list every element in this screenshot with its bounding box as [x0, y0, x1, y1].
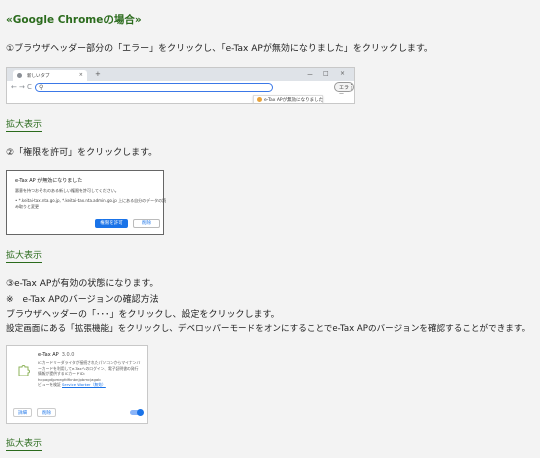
- tab-close-icon: ×: [78, 72, 83, 78]
- tab-favicon-icon: [17, 73, 22, 78]
- close-window-icon: ×: [340, 70, 346, 77]
- popup-text: e-Tax APが無効になりました: [264, 98, 324, 103]
- forward-icon: →: [19, 83, 25, 91]
- remove-extension-button: 削除: [37, 408, 56, 417]
- dialog-line-1: 悪意を持つおそれのある新しい権限を許可してください。: [15, 188, 119, 193]
- browser-screenshot: 新しいタブ × + ー □ × ← → C ⚲ エラー ⋮ e-Tax APが無…: [6, 67, 355, 104]
- version-note-line-1: ブラウザヘッダーの「･･･」をクリックし、設定をクリックします。: [6, 310, 280, 320]
- browser-menu-icon: ⋮: [348, 83, 355, 91]
- maximize-icon: □: [323, 70, 329, 77]
- browser-tab: 新しいタブ ×: [13, 70, 87, 81]
- section-heading: «Google Chromeの場合»: [6, 14, 142, 26]
- extension-toggle: [130, 409, 144, 416]
- enlarge-link-1[interactable]: 拡大表示: [6, 117, 43, 132]
- allow-permission-button: 権限を許可: [95, 219, 128, 228]
- dialog-line-3: み取りと変更: [15, 204, 39, 209]
- extension-card-screenshot: e-Tax AP 3.0.0 ICカードリーダライタが接続されたパソコンからマイナ…: [6, 345, 148, 424]
- enlarge-link-2[interactable]: 拡大表示: [6, 248, 43, 263]
- back-icon: ←: [11, 83, 17, 91]
- extension-disabled-popup: e-Tax APが無効になりました: [253, 95, 324, 103]
- puzzle-icon: [18, 365, 30, 376]
- warning-icon: [257, 97, 262, 102]
- version-note-line-2: 設定画面にある「拡張機能」をクリックし、デベロッパーモードをオンにすることでe-…: [6, 324, 531, 334]
- step-1-text: ①ブラウザヘッダー部分の「エラー」をクリックし、「e-Tax APが無効になりま…: [6, 44, 433, 54]
- search-icon: ⚲: [39, 84, 44, 91]
- address-bar: ⚲: [35, 83, 273, 92]
- permission-dialog-screenshot: e-Tax AP が無効になりました 悪意を持つおそれのある新しい権限を許可して…: [6, 170, 166, 235]
- minimize-icon: ー: [307, 72, 314, 79]
- remove-button: 削除: [133, 219, 160, 228]
- tab-title: 新しいタブ: [27, 74, 50, 79]
- version-note-heading: ※ e-Tax APのバージョンの確認方法: [6, 295, 159, 305]
- step-3-text: ③e-Tax APが有効の状態になります。: [6, 279, 159, 289]
- extension-version: 3.0.0: [61, 352, 75, 358]
- extension-name: e-Tax AP 3.0.0: [38, 352, 75, 358]
- service-worker-link: Service Worker（無効）: [62, 382, 106, 388]
- extension-description: ICカードリーダライタが接続されたパソコンからマイナンバーカードを利用してe-T…: [38, 360, 141, 388]
- details-button: 詳細: [13, 408, 32, 417]
- reload-icon: C: [27, 83, 32, 91]
- dialog-title: e-Tax AP が無効になりました: [15, 178, 83, 184]
- step-2-text: ②「権限を許可」をクリックします。: [6, 148, 158, 158]
- enlarge-link-3[interactable]: 拡大表示: [6, 436, 43, 451]
- new-tab-icon: +: [95, 70, 101, 78]
